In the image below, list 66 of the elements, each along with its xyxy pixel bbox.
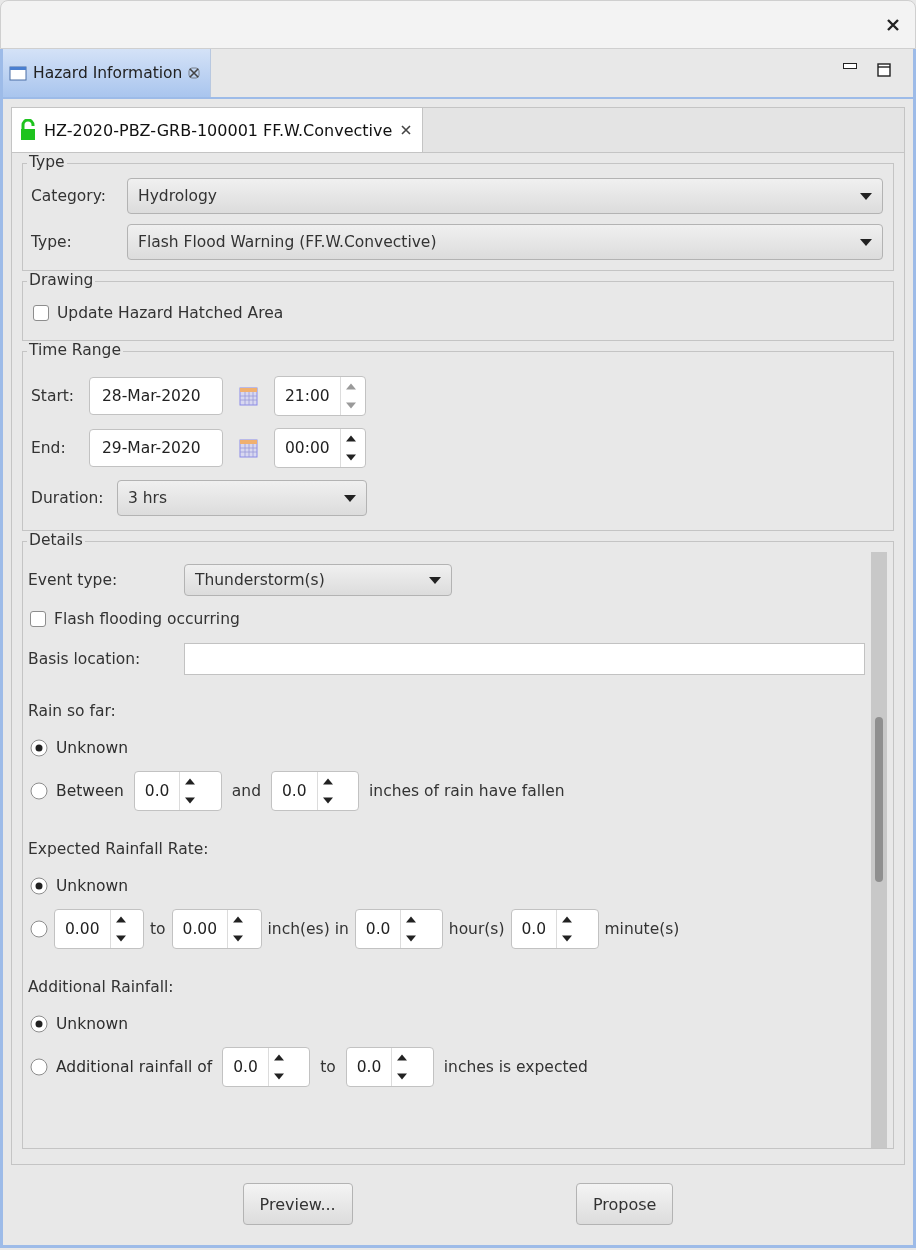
spinner-field[interactable]: 0.00 [171,909,262,949]
field-label: Type: [31,233,73,251]
dropdown-caret-icon [860,192,872,200]
field-label: End: [31,439,67,457]
group-title: Drawing [27,271,96,289]
field-label: minute(s) [604,920,680,938]
dropdown-caret-icon [860,238,872,246]
radio-button[interactable]: Additional rainfall of [30,1058,213,1076]
radio-button[interactable]: Unknown [30,1015,128,1033]
checkbox[interactable]: Flash flooding occurring [30,610,240,628]
radio-button[interactable]: Unknown [30,877,128,895]
spinner-field[interactable]: 0.0 [133,771,222,811]
section-label: Rain so far: [28,702,116,720]
radio-circle-icon[interactable] [30,782,48,800]
spinner-field[interactable]: 0.0 [222,1047,311,1087]
action-button[interactable]: Propose [575,1183,674,1225]
radio-button[interactable] [30,920,48,938]
field-label: and [231,782,261,800]
view-tab[interactable]: Hazard Information [3,49,212,97]
spinner-field[interactable]: 0.00 [54,909,144,949]
field-label: to [150,920,166,938]
radio-circle-icon[interactable] [30,1015,48,1033]
window-icon [9,65,27,81]
field-label: to [320,1058,336,1076]
radio-circle-icon[interactable] [30,739,48,757]
dropdown-caret-icon [429,576,441,584]
spinner-field[interactable]: 0.0 [271,771,359,811]
dropdown[interactable]: Thunderstorm(s) [184,564,452,596]
date-field[interactable]: 28-Mar-2020 [89,377,223,415]
spinner-field[interactable]: 0.0 [345,1047,434,1087]
minimize-icon[interactable] [843,63,857,69]
maximize-icon[interactable] [877,63,891,77]
action-button[interactable]: Preview... [242,1183,353,1225]
field-label: Basis location: [28,650,142,668]
spinner-field[interactable]: 0.0 [510,909,599,949]
spinner-field[interactable]: 0.0 [354,909,443,949]
field-label: Event type: [28,571,119,589]
checkbox[interactable]: Update Hazard Hatched Area [33,304,284,322]
field-label: Start: [31,387,76,405]
section-label: Expected Rainfall Rate: [28,840,209,858]
close-icon[interactable] [400,124,413,136]
field-label: Duration: [31,489,105,507]
field-label: Category: [31,187,107,205]
date-field[interactable]: 29-Mar-2020 [89,429,223,467]
radio-circle-icon[interactable] [30,1058,48,1076]
scrollbar[interactable] [871,552,887,1148]
radio-circle-icon[interactable] [30,877,48,895]
radio-button[interactable]: Unknown [30,739,128,757]
radio-button[interactable]: Between [30,782,124,800]
hazard-tab[interactable]: HZ-2020-PBZ-GRB-100001 FF.W.Convective [12,108,424,152]
dropdown[interactable]: Hydrology [127,178,883,214]
field-label: inches of rain have fallen [369,782,565,800]
text-field[interactable] [184,643,865,675]
spinner-field[interactable]: 00:00 [274,428,366,468]
field-label: inches is expected [443,1058,588,1076]
field-label: inch(es) in [267,920,349,938]
dropdown[interactable]: 3 hrs [117,480,367,516]
group-title: Time Range [27,341,123,359]
close-icon[interactable] [887,18,899,31]
section-label: Additional Rainfall: [28,978,174,996]
dropdown-caret-icon [344,494,356,502]
unlocked-padlock-icon [20,119,36,141]
close-icon[interactable] [188,67,201,79]
dropdown[interactable]: Flash Flood Warning (FF.W.Convective) [127,224,883,260]
group-title: Type [27,153,67,171]
field-label: hour(s) [448,920,505,938]
